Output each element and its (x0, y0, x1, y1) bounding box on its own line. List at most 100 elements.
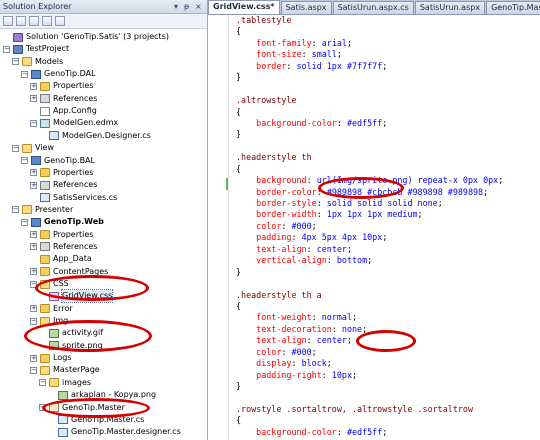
tree-item[interactable]: − Models (12, 56, 63, 68)
tree-item[interactable]: − GenoTip.Web (21, 216, 104, 228)
collapse-icon[interactable]: − (21, 157, 28, 164)
expand-icon[interactable]: + (30, 231, 37, 239)
document-tab[interactable]: GridView.css* (208, 0, 280, 14)
code-token: ; (336, 49, 342, 60)
document-tab[interactable]: SatisUrun.aspx (414, 1, 486, 14)
code-token: #edf5ff (346, 426, 383, 437)
expand-icon[interactable]: + (30, 243, 37, 251)
code-token: ; (326, 358, 332, 369)
tree-item[interactable]: SatisServices.cs (30, 192, 117, 204)
document-tab[interactable]: GenoTip.Master (486, 1, 540, 14)
tree-item-label: Properties (53, 81, 94, 91)
show-all-files-icon[interactable] (16, 16, 26, 26)
code-token: ; (382, 426, 388, 437)
collapse-icon[interactable]: − (39, 379, 46, 387)
refresh-icon[interactable] (29, 16, 39, 26)
code-line: font-family: arial; (236, 38, 503, 49)
folder-open-icon (22, 57, 32, 67)
tree-item[interactable]: + References (30, 93, 97, 105)
expand-icon[interactable]: + (30, 305, 37, 313)
document-tab[interactable]: SatisUrun.aspx.cs (332, 1, 414, 14)
tree-item[interactable]: − TestProject (3, 43, 69, 55)
tree-item[interactable]: GenoTip.Master.designer.cs (48, 426, 181, 438)
collapse-icon[interactable]: − (12, 206, 19, 214)
tree-item[interactable]: App.Config (30, 105, 97, 117)
expand-icon[interactable]: + (30, 95, 37, 103)
tree-item[interactable]: + Properties (30, 229, 93, 241)
folder-icon (40, 267, 50, 277)
tree-item-label: SatisServices.cs (53, 192, 118, 202)
tree-item-label: GenoTip.Web (44, 217, 104, 227)
code-token: padding-right (236, 369, 322, 380)
expand-icon[interactable]: + (30, 268, 37, 276)
window-position-dropdown-icon[interactable]: ▾ (174, 0, 178, 13)
code-token: ; (346, 335, 352, 346)
expand-icon[interactable]: + (30, 82, 37, 90)
collapse-icon[interactable]: − (30, 366, 37, 374)
expand-icon[interactable]: + (30, 354, 37, 362)
proj-icon (31, 156, 41, 165)
tree-item-label: Models (35, 56, 64, 66)
folder-icon (40, 168, 50, 178)
code-token: : (311, 312, 322, 323)
tree-item-label: Properties (53, 229, 94, 239)
code-area[interactable]: .tablestyle{ font-family: arial; font-si… (236, 15, 503, 438)
code-token: center (316, 243, 347, 254)
code-token: : (286, 60, 297, 71)
tree-item[interactable]: − ModelGen.edmx (30, 117, 118, 129)
tree-item-label: View (35, 143, 54, 153)
tree-item[interactable]: + References (30, 241, 97, 253)
tree-item-label: Solution 'GenoTip.Satis' (3 projects) (26, 32, 169, 41)
tree-item-label: Logs (53, 353, 72, 363)
collapse-icon[interactable]: − (21, 218, 28, 226)
cs-icon (49, 131, 59, 141)
collapse-icon[interactable]: − (21, 70, 28, 78)
tree-item[interactable]: − View (12, 142, 54, 154)
document-tab[interactable]: Satis.aspx (280, 1, 332, 14)
tree-item[interactable]: − images (39, 377, 91, 389)
auto-hide-pin-icon[interactable]: ᵽ (184, 0, 189, 13)
tree-item[interactable]: App_Data (30, 253, 92, 265)
expand-icon[interactable]: + (30, 181, 37, 189)
collapse-icon[interactable]: − (12, 144, 19, 152)
tree-item[interactable]: + Logs (30, 352, 71, 364)
tree-item[interactable]: + References (30, 179, 97, 191)
document-tabs: GridView.css* Satis.aspx SatisUrun.aspx.cs… (208, 0, 540, 15)
code-token: ; (311, 346, 317, 357)
close-icon[interactable]: × (195, 0, 202, 13)
collapse-icon[interactable]: − (30, 317, 37, 325)
code-token: ; (382, 117, 388, 128)
tree-item[interactable]: + Properties (30, 167, 93, 179)
tree-item[interactable]: − GenoTip.DAL (21, 68, 96, 80)
tree-item-label: GenoTip.BAL (44, 155, 95, 165)
tree-item[interactable]: − MasterPage (30, 364, 100, 376)
view-code-icon[interactable] (42, 16, 52, 26)
expand-icon[interactable]: + (30, 169, 37, 177)
tree-item[interactable]: − GenoTip.BAL (21, 155, 95, 167)
code-token: 4px 5px 4px 10px (301, 232, 383, 243)
collapse-icon[interactable]: − (12, 58, 19, 66)
annotation-ellipse-center (356, 330, 416, 352)
tree-item-label: ModelGen.edmx (53, 118, 119, 128)
tree-item-label: References (53, 241, 98, 251)
tree-item[interactable]: Solution 'GenoTip.Satis' (3 projects) (3, 31, 169, 43)
code-line: font-size: small; (236, 49, 503, 60)
code-token: ; (346, 243, 352, 254)
tree-item[interactable]: + Error (30, 303, 73, 315)
tree-item[interactable]: + Properties (30, 80, 93, 92)
collapse-icon[interactable]: − (30, 119, 37, 127)
properties-icon[interactable] (3, 16, 13, 26)
file-icon (40, 106, 50, 116)
class-diagram-icon[interactable] (55, 16, 65, 26)
code-token: color (236, 346, 282, 357)
tree-item[interactable]: ModelGen.Designer.cs (39, 130, 151, 142)
tree-item[interactable]: − Presenter (12, 204, 73, 216)
folder-open-icon (49, 378, 59, 388)
collapse-icon[interactable]: − (3, 45, 10, 53)
code-token: } (236, 72, 242, 83)
tree-item-label: images (62, 377, 92, 387)
